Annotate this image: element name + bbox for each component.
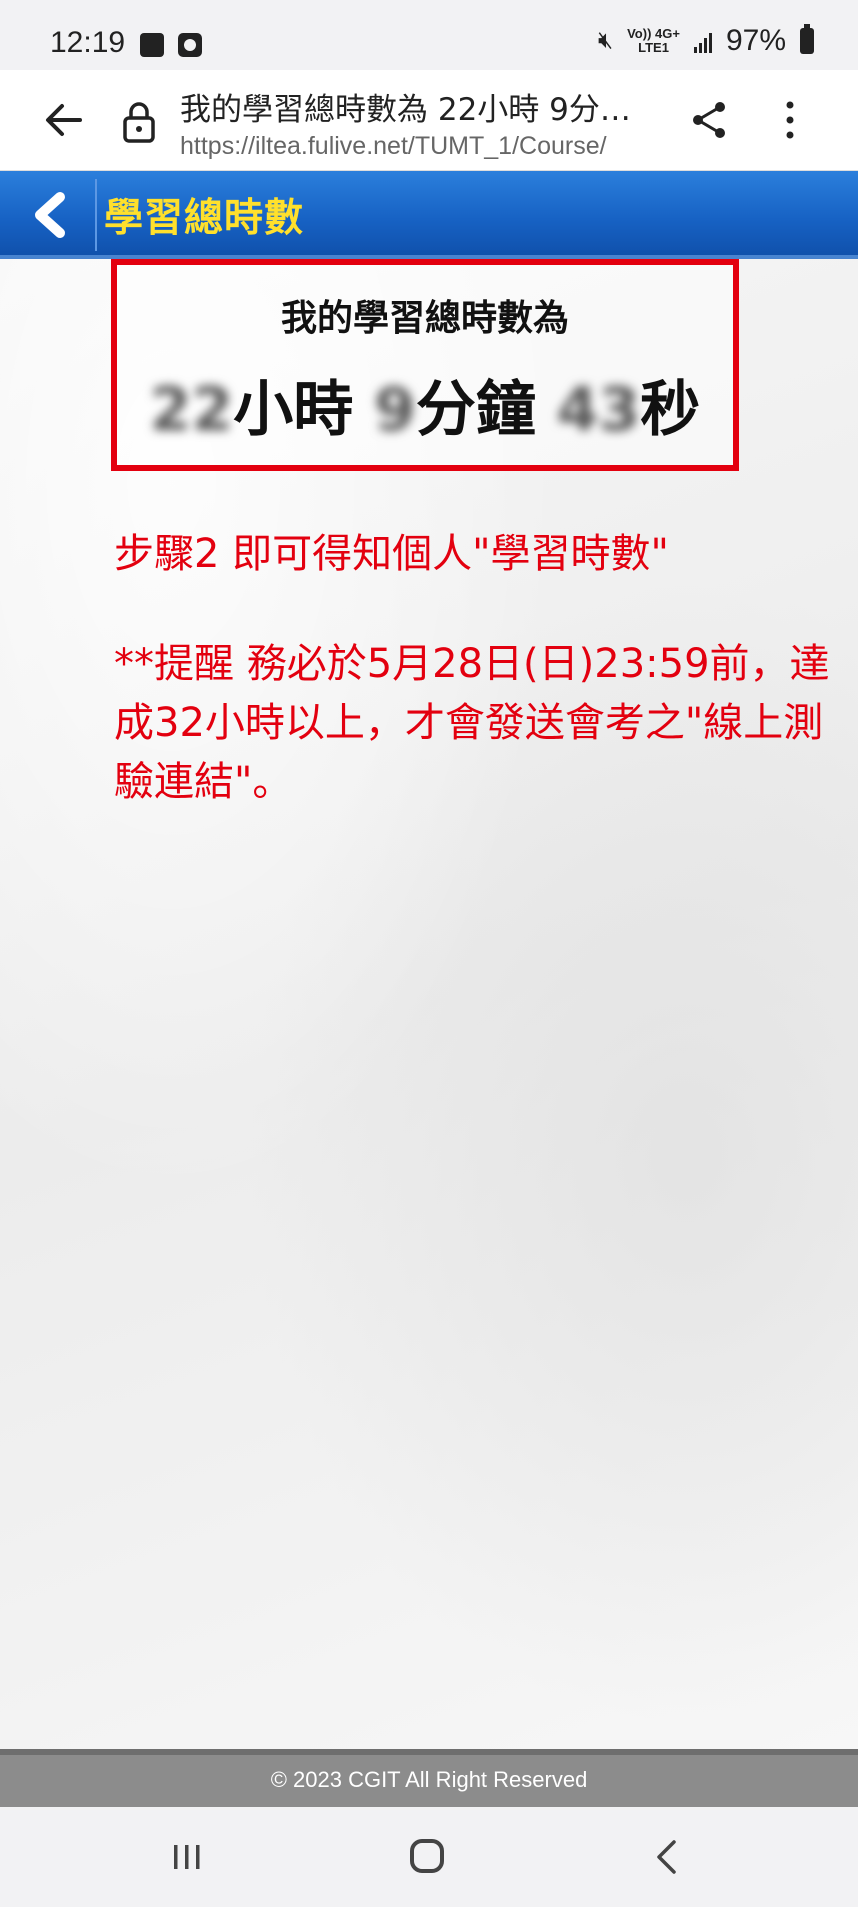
step2-text: 步驟2 即可得知個人"學習時數" [114, 531, 669, 577]
header-title: 學習總時數 [104, 196, 305, 241]
mute-icon: 🔇︎ [597, 27, 614, 54]
url-text[interactable]: https://iltea.fulive.net/TUMT_1/Course/ [180, 132, 658, 161]
minutes-value: 9 [374, 375, 416, 445]
clock-icon [178, 33, 202, 57]
network-indicator: Vo)) 4G+ LTE1 [627, 27, 680, 55]
minutes-unit: 分鐘 [415, 375, 536, 445]
page-footer: © 2023 CGIT All Right Reserved [0, 1749, 858, 1807]
total-time-value: 22小時 9分鐘 43秒 [117, 361, 733, 448]
status-time: 12:19 [50, 26, 126, 59]
browser-url-bar: 我的學習總時數為 22小時 9分… https://iltea.fulive.n… [0, 70, 858, 171]
status-indicators: 🔇︎ Vo)) 4G+ LTE1 97% [598, 24, 814, 58]
network-bottom-label: LTE1 [638, 40, 669, 55]
home-icon[interactable] [410, 1839, 444, 1873]
reminder-text: **提醒 務必於5月28日(日)23:59前，達成32小時以上，才會發送會考之"… [114, 641, 830, 805]
battery-icon [800, 24, 814, 54]
share-icon[interactable] [690, 100, 728, 140]
system-nav-bar [0, 1807, 858, 1907]
total-time-box: 我的學習總時數為 22小時 9分鐘 43秒 [111, 259, 739, 471]
seconds-unit: 秒 [640, 375, 701, 445]
header-divider [95, 179, 97, 251]
battery-percent: 97% [725, 24, 786, 57]
app-header: 學習總時數 [0, 171, 858, 259]
total-time-heading: 我的學習總時數為 [280, 298, 569, 339]
copyright-text: © 2023 CGIT All Right Reserved [270, 1767, 588, 1792]
lock-icon[interactable] [122, 100, 156, 144]
network-top-label: Vo)) 4G+ [627, 26, 680, 41]
main-content: 我的學習總時數為 22小時 9分鐘 43秒 步驟2 即可得知個人"學習時數" *… [0, 259, 858, 1749]
more-options-icon[interactable] [778, 100, 802, 140]
image-icon [140, 33, 164, 57]
status-bar: 12:19 🔇︎ Vo)) 4G+ LTE1 97% [0, 0, 858, 70]
recents-icon[interactable] [172, 1843, 202, 1871]
back-arrow-icon[interactable] [44, 100, 84, 140]
seconds-value: 43 [556, 375, 641, 445]
back-chevron-icon[interactable] [30, 191, 70, 239]
signal-icon [693, 29, 712, 53]
hours-unit: 小時 [233, 375, 354, 445]
page-title[interactable]: 我的學習總時數為 22小時 9分… [180, 84, 660, 129]
nav-back-icon[interactable] [654, 1839, 678, 1875]
hours-value: 22 [149, 375, 234, 445]
